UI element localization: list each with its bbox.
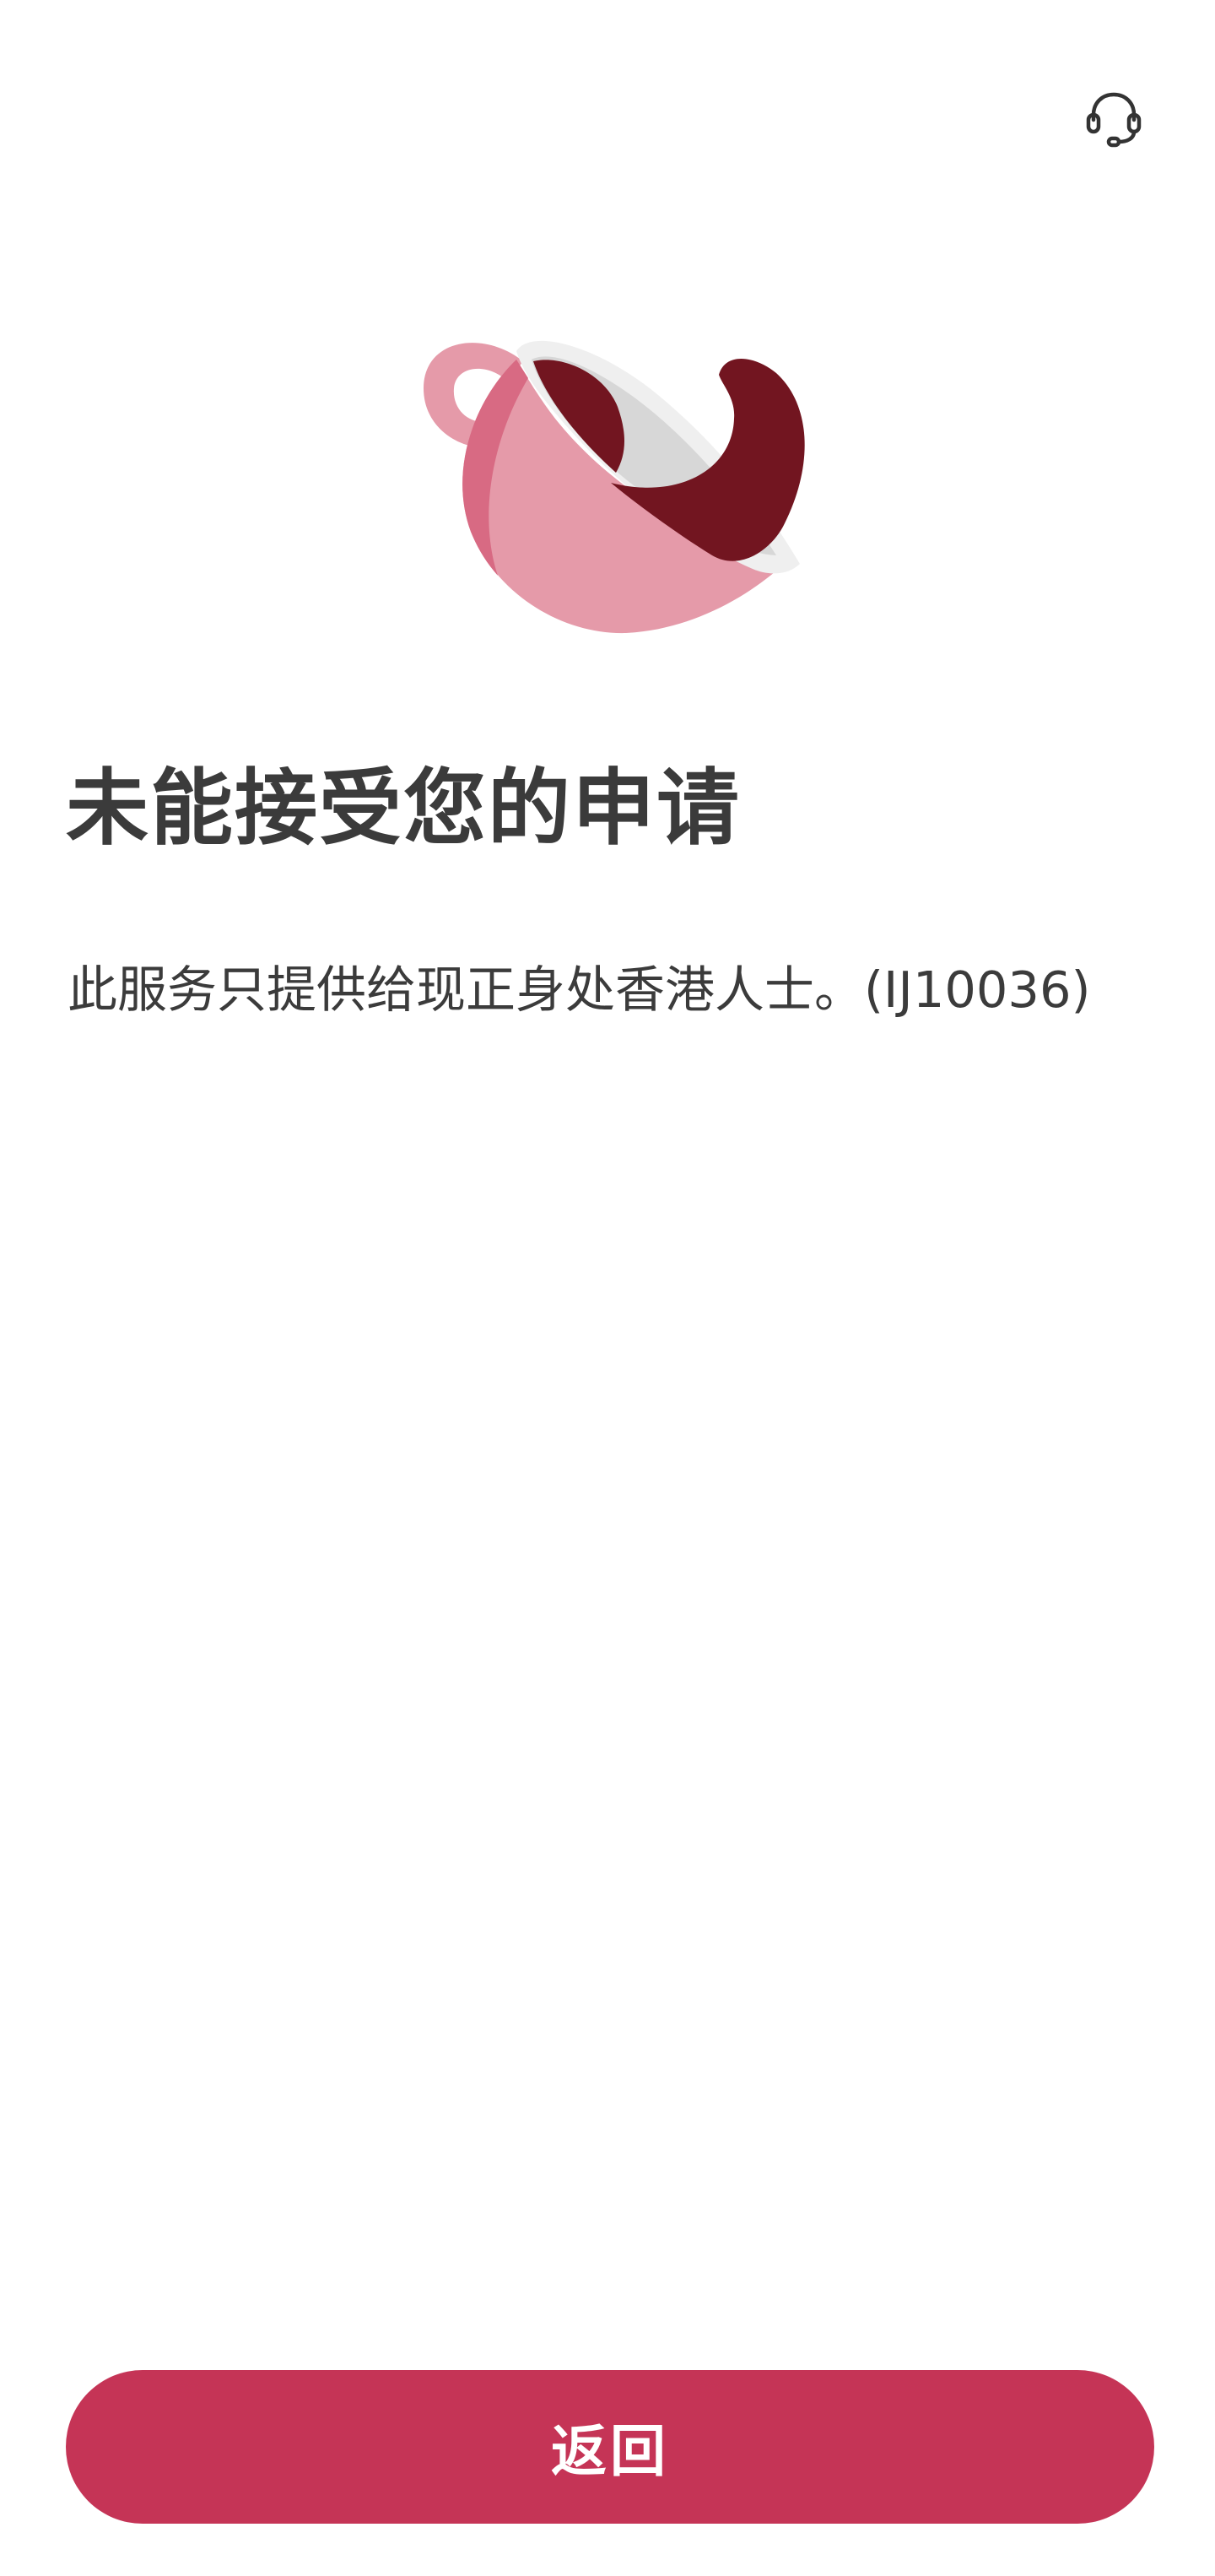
back-button[interactable]: 返回	[66, 2370, 1154, 2524]
page-title: 未能接受您的申请	[66, 760, 742, 857]
spilled-teacup-icon	[424, 340, 805, 634]
headset-icon	[1086, 92, 1142, 148]
spilled-teacup-illustration	[405, 317, 810, 655]
customer-support-button[interactable]	[1078, 83, 1149, 154]
error-message: 此服务只提供给现正身处香港人士。(IJ10036)	[68, 961, 1091, 1019]
